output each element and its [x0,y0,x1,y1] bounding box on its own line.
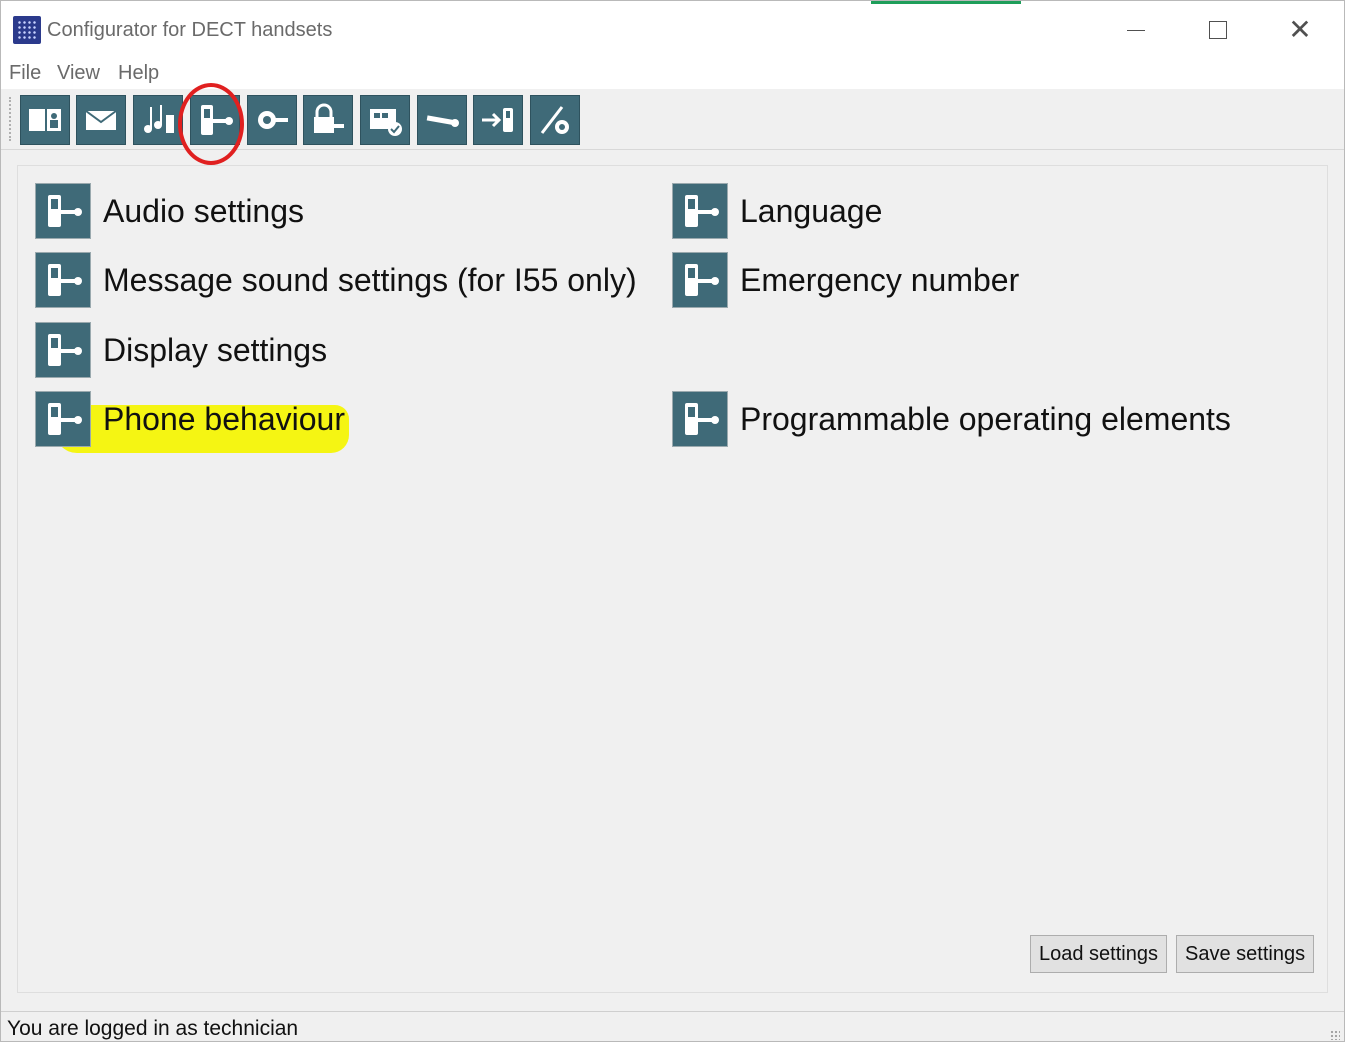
close-icon: ✕ [1288,14,1312,45]
load-settings-button[interactable]: Load settings [1030,935,1167,973]
calendar-check-icon [370,109,402,136]
toolbar-advanced-button[interactable] [530,95,580,145]
arrow-to-handset-icon [482,108,513,132]
setting-emergency-number[interactable]: Emergency number [672,252,1019,308]
toolbar-system-button[interactable] [247,95,297,145]
music-notes-icon [144,105,174,133]
setting-programmable-elements[interactable]: Programmable operating elements [672,391,1231,447]
envelope-icon [85,110,117,130]
menu-view[interactable]: View [57,62,100,85]
menu-help[interactable]: Help [118,62,159,85]
minimize-icon [1127,29,1145,31]
setting-language[interactable]: Language [672,183,882,239]
address-book-icon [29,109,61,131]
handset-wrench-icon [35,322,91,378]
wrench-icon [426,115,459,127]
handset-wrench-icon [35,391,91,447]
toolbar-security-button[interactable] [303,95,353,145]
menu-bar: File View Help [1,57,1344,89]
handset-wrench-icon [672,252,728,308]
maximize-icon [1209,21,1227,39]
lock-wrench-icon [314,103,344,133]
setting-message-sound[interactable]: Message sound settings (for I55 only) [35,252,637,308]
toolbar-calendar-button[interactable] [360,95,410,145]
setting-emergency-number-label: Emergency number [740,261,1020,298]
setting-display[interactable]: Display settings [35,322,327,378]
gear-wrench-icon [258,111,288,129]
maximize-button[interactable] [1195,13,1241,47]
status-text: You are logged in as technician [7,1017,299,1040]
status-bar: You are logged in as technician [1,1011,1344,1041]
accent-strip [871,1,1021,4]
window-title: Configurator for DECT handsets [47,19,333,41]
toolbar-phonebook-button[interactable] [20,95,70,145]
save-settings-button[interactable]: Save settings [1176,935,1315,973]
close-button[interactable]: ✕ [1277,13,1323,47]
handset-wrench-icon [35,183,91,239]
setting-programmable-elements-label: Programmable operating elements [740,400,1231,437]
title-bar: Configurator for DECT handsets ✕ [1,1,1344,57]
setting-language-label: Language [740,192,883,229]
toolbar-handset-settings-button[interactable] [190,95,240,145]
toolbar-messages-button[interactable] [76,95,126,145]
handset-wrench-icon [672,183,728,239]
setting-phone-behaviour-label: Phone behaviour [103,400,345,437]
toolbar-sounds-button[interactable] [133,95,183,145]
toolbar [1,89,1344,150]
handset-wrench-icon [201,105,233,135]
app-logo-icon [13,16,41,44]
handset-wrench-icon [672,391,728,447]
app-window: Configurator for DECT handsets ✕ File Vi… [0,0,1345,1042]
setting-audio-label: Audio settings [103,192,305,229]
toolbar-transfer-button[interactable] [473,95,523,145]
setting-message-sound-label: Message sound settings (for I55 only) [103,261,637,298]
toolbar-grip[interactable] [9,97,14,141]
setting-display-label: Display settings [103,331,328,368]
resize-grip[interactable] [1330,1030,1340,1040]
pen-gear-icon [540,106,569,134]
toolbar-service-button[interactable] [417,95,467,145]
handset-wrench-icon [35,252,91,308]
minimize-button[interactable] [1113,13,1159,47]
setting-audio[interactable]: Audio settings [35,183,304,239]
setting-phone-behaviour[interactable]: Phone behaviour [35,391,345,447]
menu-file[interactable]: File [9,62,41,85]
